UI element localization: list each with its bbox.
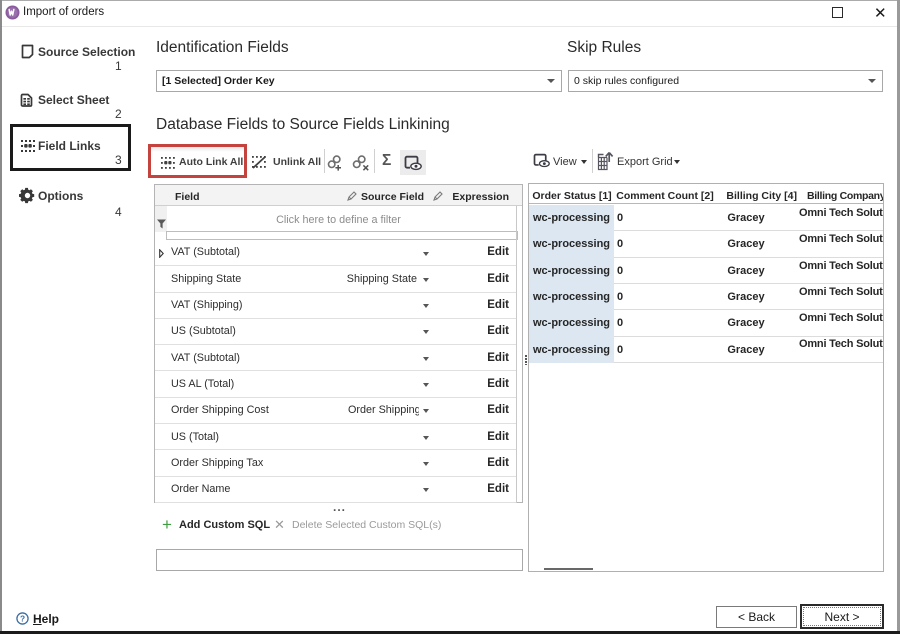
svg-text:?: ? [20, 613, 25, 623]
